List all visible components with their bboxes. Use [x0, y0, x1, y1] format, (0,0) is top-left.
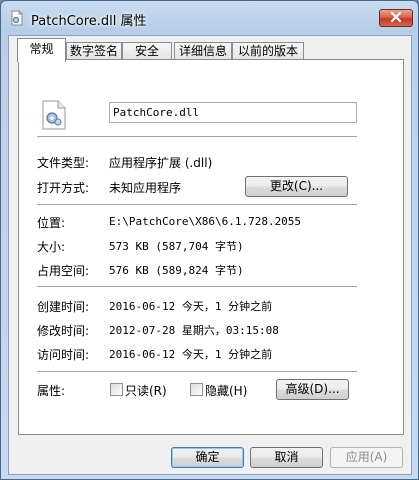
size-value: 573 KB (587,704 字节) — [109, 240, 244, 253]
accessed-label: 访问时间: — [37, 348, 90, 362]
properties-window: PatchCore.dll 属性 常规 数字签名 安全 详细信息 以前的版本 P… — [0, 0, 419, 480]
advanced-button[interactable]: 高级(D)... — [276, 379, 349, 400]
apply-button[interactable]: 应用(A) — [330, 447, 403, 468]
created-label: 创建时间: — [37, 300, 90, 314]
change-button[interactable]: 更改(C)... — [245, 176, 348, 197]
dll-file-icon — [9, 10, 25, 26]
location-value: E:\PatchCore\X86\6.1.728.2055 — [109, 215, 302, 228]
attributes-label: 属性: — [37, 384, 66, 398]
size-label: 大小: — [37, 240, 66, 254]
accessed-value: 2016-06-12 今天，1 分钟之前 — [109, 348, 273, 361]
file-type-label: 文件类型: — [37, 156, 90, 170]
ok-button[interactable]: 确定 — [171, 447, 244, 468]
separator — [37, 371, 357, 373]
hidden-checkbox[interactable] — [190, 383, 203, 396]
close-icon — [390, 11, 402, 26]
general-tab-panel: PatchCore.dll 文件类型: 应用程序扩展 (.dll) 打开方式: … — [18, 59, 404, 435]
dialog-body: 常规 数字签名 安全 详细信息 以前的版本 PatchCore.dll 文件类型… — [8, 35, 412, 475]
created-value: 2016-06-12 今天，1 分钟之前 — [109, 300, 273, 313]
dll-file-icon — [41, 100, 67, 130]
readonly-label[interactable]: 只读(R) — [125, 382, 167, 399]
hidden-label[interactable]: 隐藏(H) — [205, 382, 247, 399]
open-with-label: 打开方式: — [37, 181, 90, 195]
tab-general[interactable]: 常规 — [17, 38, 66, 62]
size-on-disk-value: 576 KB (589,824 字节) — [109, 264, 244, 277]
file-type-value: 应用程序扩展 (.dll) — [109, 156, 213, 170]
window-title: PatchCore.dll 属性 — [31, 14, 147, 29]
modified-value: 2012-07-28 星期六，03:15:08 — [109, 324, 279, 337]
separator — [37, 136, 357, 138]
title-bar[interactable]: PatchCore.dll 属性 — [1, 1, 418, 35]
size-on-disk-label: 占用空间: — [37, 264, 90, 278]
readonly-checkbox[interactable] — [110, 383, 123, 396]
location-label: 位置: — [37, 216, 66, 230]
close-button[interactable] — [379, 9, 413, 27]
separator — [37, 204, 357, 206]
file-name-input[interactable]: PatchCore.dll — [109, 102, 357, 123]
modified-label: 修改时间: — [37, 324, 90, 338]
open-with-value: 未知应用程序 — [109, 181, 182, 195]
cancel-button[interactable]: 取消 — [250, 447, 323, 468]
separator — [37, 286, 357, 288]
